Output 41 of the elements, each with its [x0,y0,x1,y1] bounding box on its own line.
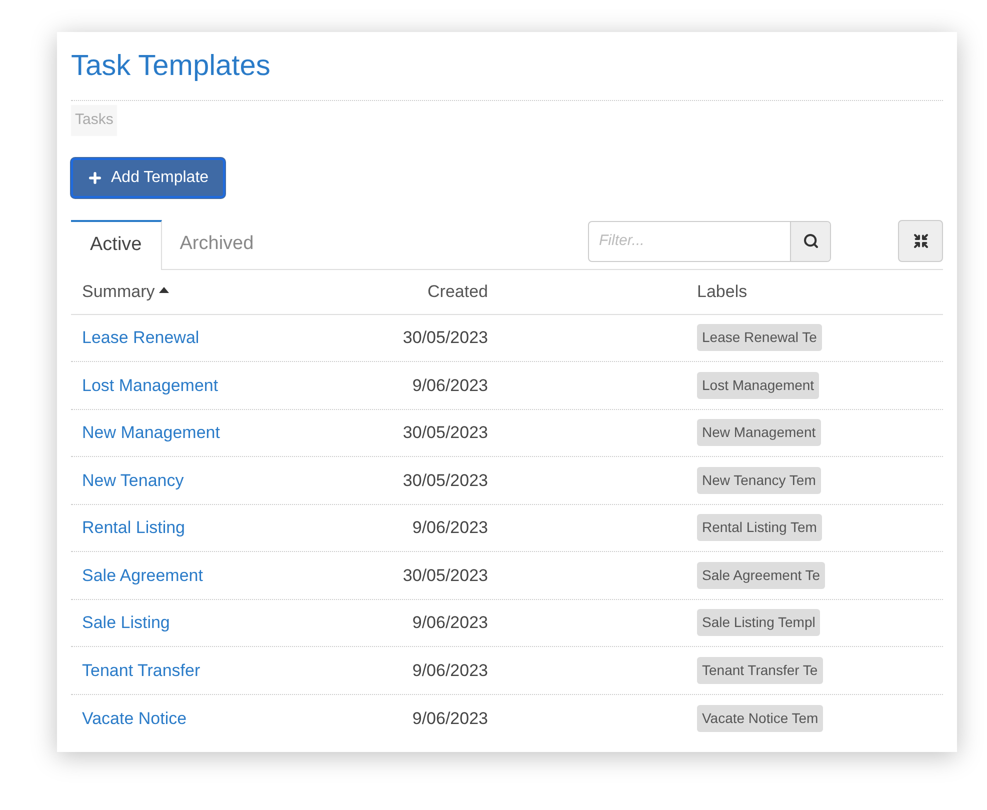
label-tag: Lease Renewal Te [697,324,822,352]
filter-box[interactable]: Filter... [588,220,831,262]
created-date: 30/05/2023 [402,566,488,584]
template-link[interactable]: New Tenancy [82,470,184,490]
created-date: 9/06/2023 [412,518,488,537]
template-link[interactable]: Tenant Transfer [82,660,200,680]
column-header[interactable]: Created [428,282,488,301]
created-date: 30/05/2023 [402,328,488,347]
label-tag: Lost Management [697,372,820,399]
created-date: 9/06/2023 [412,708,488,728]
template-link[interactable]: Vacate Notice [82,708,187,728]
label-tag: Vacate Notice Tem [697,704,824,732]
created-date: 30/05/2023 [402,423,488,442]
template-link[interactable]: Sale Listing [82,613,170,632]
search-button[interactable] [790,222,830,260]
template-link[interactable]: Rental Listing [82,518,186,537]
created-date: 9/06/2023 [412,376,488,394]
template-link[interactable]: Lease Renewal [82,328,200,347]
add-template-button[interactable]: Add Template [71,158,225,198]
collapse-button[interactable] [898,220,943,262]
label-tag: Sale Listing Templ [697,609,820,636]
label-tag: New Tenancy Tem [697,466,821,494]
template-link[interactable]: Sale Agreement [82,566,203,584]
tab[interactable]: Active [71,220,162,270]
column-header[interactable]: Labels [697,282,748,301]
label-tag: Sale Agreement Te [697,562,826,589]
label-tag: Rental Listing Tem [697,514,822,542]
created-date: 30/05/2023 [402,470,488,490]
template-link[interactable]: New Management [82,423,220,442]
search-icon [802,233,818,249]
created-date: 9/06/2023 [412,660,488,680]
plus-icon [87,170,103,186]
column-header[interactable]: Summary [82,282,155,301]
filter-field[interactable]: Filter... [589,222,790,260]
tab[interactable]: Archived [162,220,272,268]
label-tag: Tenant Transfer Te [697,656,823,684]
arrows-inward-icon [912,232,928,248]
created-date: 9/06/2023 [412,613,488,632]
template-link[interactable]: Lost Management [82,376,218,394]
label-tag: New Management [697,419,821,446]
page-title: Task Templates [71,46,943,101]
